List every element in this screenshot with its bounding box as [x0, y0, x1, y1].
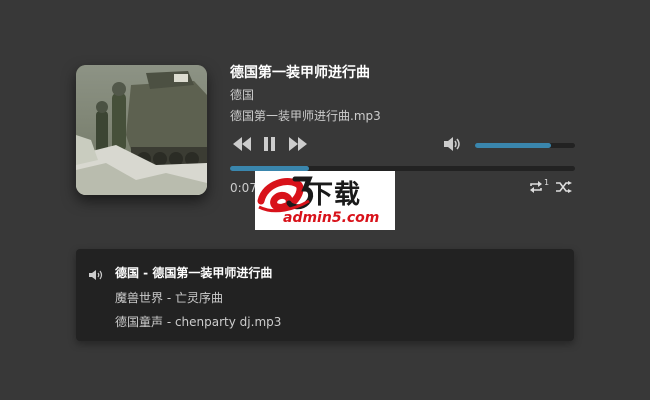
next-button[interactable]: [289, 137, 307, 151]
shuffle-icon: [556, 181, 572, 193]
prev-button[interactable]: [233, 137, 251, 151]
playlist-item[interactable]: 德国 - 德国第一装甲师进行曲: [115, 264, 272, 281]
playlist-item[interactable]: 魔兽世界 - 亡灵序曲: [115, 289, 223, 306]
volume-level: [475, 143, 551, 148]
repeat-icon: [530, 181, 542, 193]
track-artist: 德国: [230, 88, 255, 102]
skip-back-icon: [233, 137, 251, 151]
repeat-button[interactable]: [529, 181, 543, 193]
watermark-logo: 下载 admin5.com: [255, 171, 395, 230]
playlist: 德国 - 德国第一装甲师进行曲 魔兽世界 - 亡灵序曲 德国童声 - chenp…: [76, 249, 574, 341]
volume-slider[interactable]: [475, 143, 575, 148]
playlist-item[interactable]: 德国童声 - chenparty dj.mp3: [115, 313, 281, 330]
shuffle-button[interactable]: [556, 181, 572, 193]
current-time: 0:07: [230, 181, 257, 195]
pause-button[interactable]: [263, 137, 277, 151]
watermark-domain: admin5.com: [283, 210, 380, 226]
volume-icon: [444, 137, 460, 151]
repeat-count: 1: [544, 178, 550, 187]
now-playing-speaker-icon: [89, 265, 103, 284]
album-cover: [76, 65, 207, 195]
track-title: 德国第一装甲师进行曲: [230, 65, 370, 81]
skip-forward-icon: [289, 137, 307, 151]
volume-button[interactable]: [444, 137, 462, 151]
watermark-brand: 下载: [307, 180, 362, 210]
pause-icon: [264, 137, 275, 151]
track-filename: 德国第一装甲师进行曲.mp3: [230, 109, 381, 123]
audio-player: 德国第一装甲师进行曲 德国 德国第一装甲师进行曲.mp3 0:07 1 下载 a…: [0, 0, 650, 240]
